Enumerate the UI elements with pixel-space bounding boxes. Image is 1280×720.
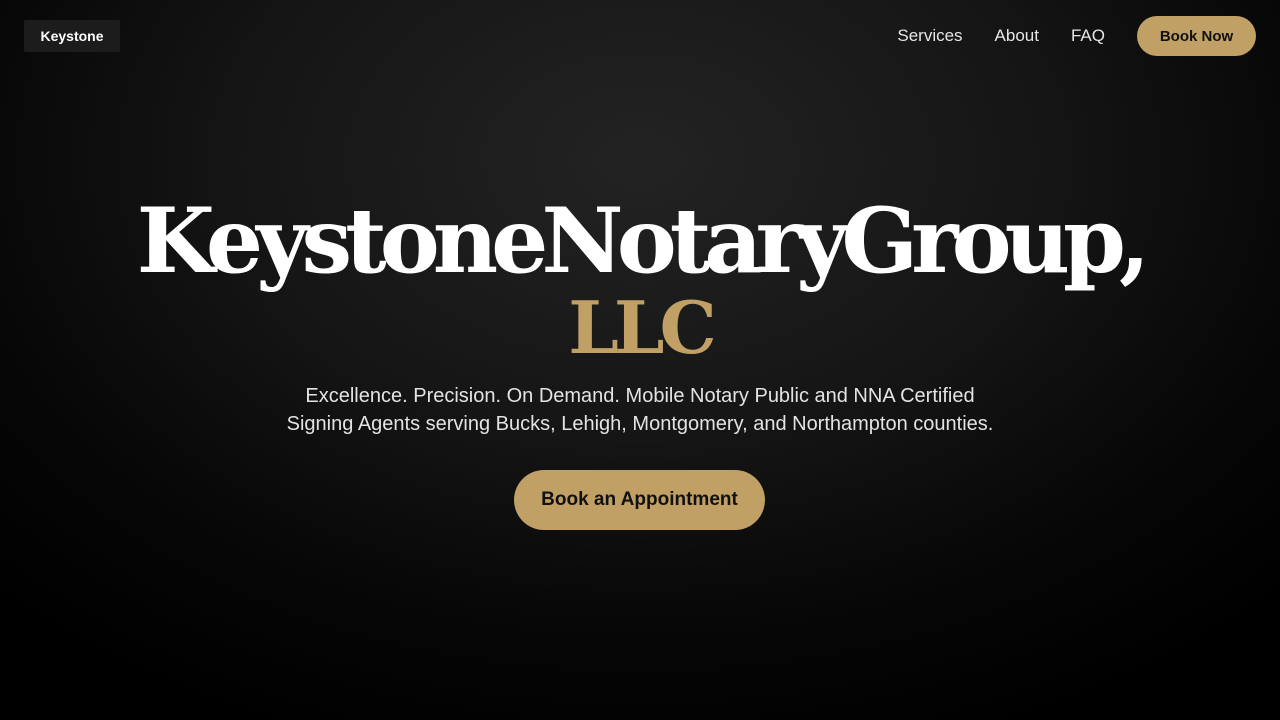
main-nav: Services About FAQ Book Now (897, 16, 1256, 56)
book-appointment-button[interactable]: Book an Appointment (514, 470, 765, 530)
book-now-button[interactable]: Book Now (1137, 16, 1256, 56)
nav-link-faq[interactable]: FAQ (1071, 26, 1105, 46)
nav-link-about[interactable]: About (995, 26, 1039, 46)
hero-title-suffix: LLC (568, 285, 717, 370)
hero-tagline-line1: Excellence. Precision. On Demand. Mobile… (305, 385, 975, 407)
hero-tagline: Excellence. Precision. On Demand. Mobile… (240, 382, 1040, 438)
nav-link-services[interactable]: Services (897, 26, 962, 46)
brand-logo[interactable]: Keystone (24, 20, 120, 52)
hero-tagline-line2: Signing Agents serving Bucks, Lehigh, Mo… (286, 413, 994, 435)
hero-title: KeystoneNotaryGroup, (136, 188, 1151, 294)
